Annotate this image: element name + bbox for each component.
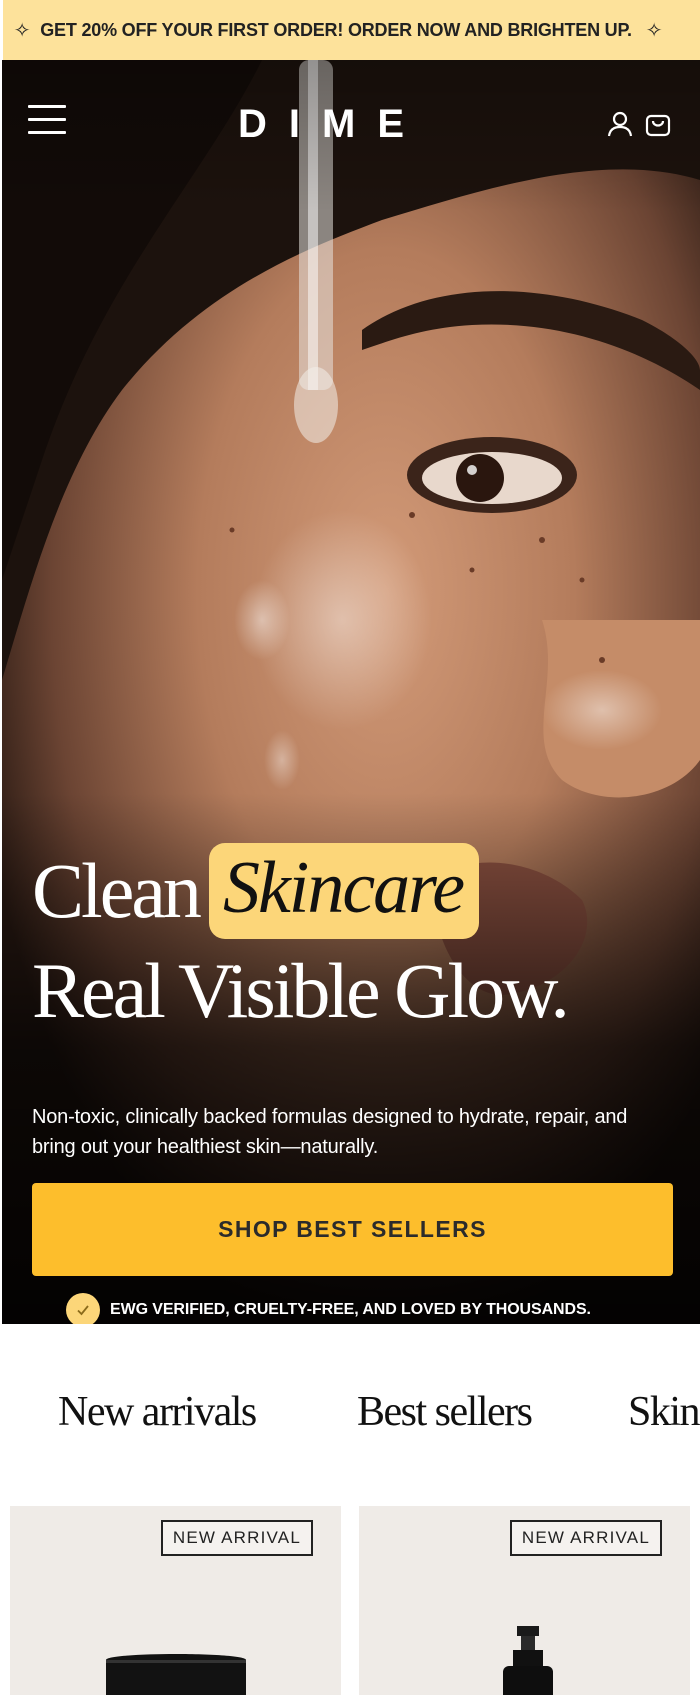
trust-badge: EWG VERIFIED, CRUELTY-FREE, AND LOVED BY… [66,1293,591,1324]
announcement-bar[interactable]: P. ✧ GET 20% OFF YOUR FIRST ORDER! ORDER… [0,0,700,60]
tab-skincare[interactable]: Skincare [628,1388,700,1436]
product-jar-image [106,1654,246,1695]
hamburger-menu-icon[interactable] [28,105,68,139]
sparkle-icon: ✧ [645,19,663,42]
headline-line2: Real Visible Glow. [32,947,570,1034]
tab-best-sellers[interactable]: Best sellers [357,1388,533,1436]
new-arrival-badge: NEW ARRIVAL [509,1520,662,1556]
sparkle-icon: ✧ [13,19,31,42]
shopping-bag-icon[interactable] [644,110,672,138]
headline-word: Clean [32,847,202,934]
announcement-text: GET 20% OFF YOUR FIRST ORDER! ORDER NOW … [40,19,632,40]
hero-headline: Clean Skincare Real Visible Glow. [32,838,570,1034]
check-icon [66,1293,100,1324]
product-card[interactable]: NEW ARRIVAL [359,1506,690,1695]
category-tabs: New arrivals Best sellers Skincare [0,1324,700,1504]
hero-subtext: Non-toxic, clinically backed formulas de… [32,1106,628,1158]
shop-best-sellers-button[interactable]: SHOP BEST SELLERS [32,1183,673,1276]
new-arrival-badge: NEW ARRIVAL [160,1520,313,1556]
trust-text: EWG VERIFIED, CRUELTY-FREE, AND LOVED BY… [110,1301,591,1318]
headline-highlight: Skincare [208,843,480,939]
product-pump-bottle-image [503,1626,553,1695]
user-icon[interactable] [606,110,634,138]
hero-banner: DIME Clean Skincare Real Visible Glow. N… [2,60,700,1324]
tab-new-arrivals[interactable]: New arrivals [58,1388,257,1436]
site-header: DIME [2,60,700,180]
dime-logo[interactable]: DIME [224,102,440,147]
product-card[interactable]: NEW ARRIVAL [10,1506,341,1695]
